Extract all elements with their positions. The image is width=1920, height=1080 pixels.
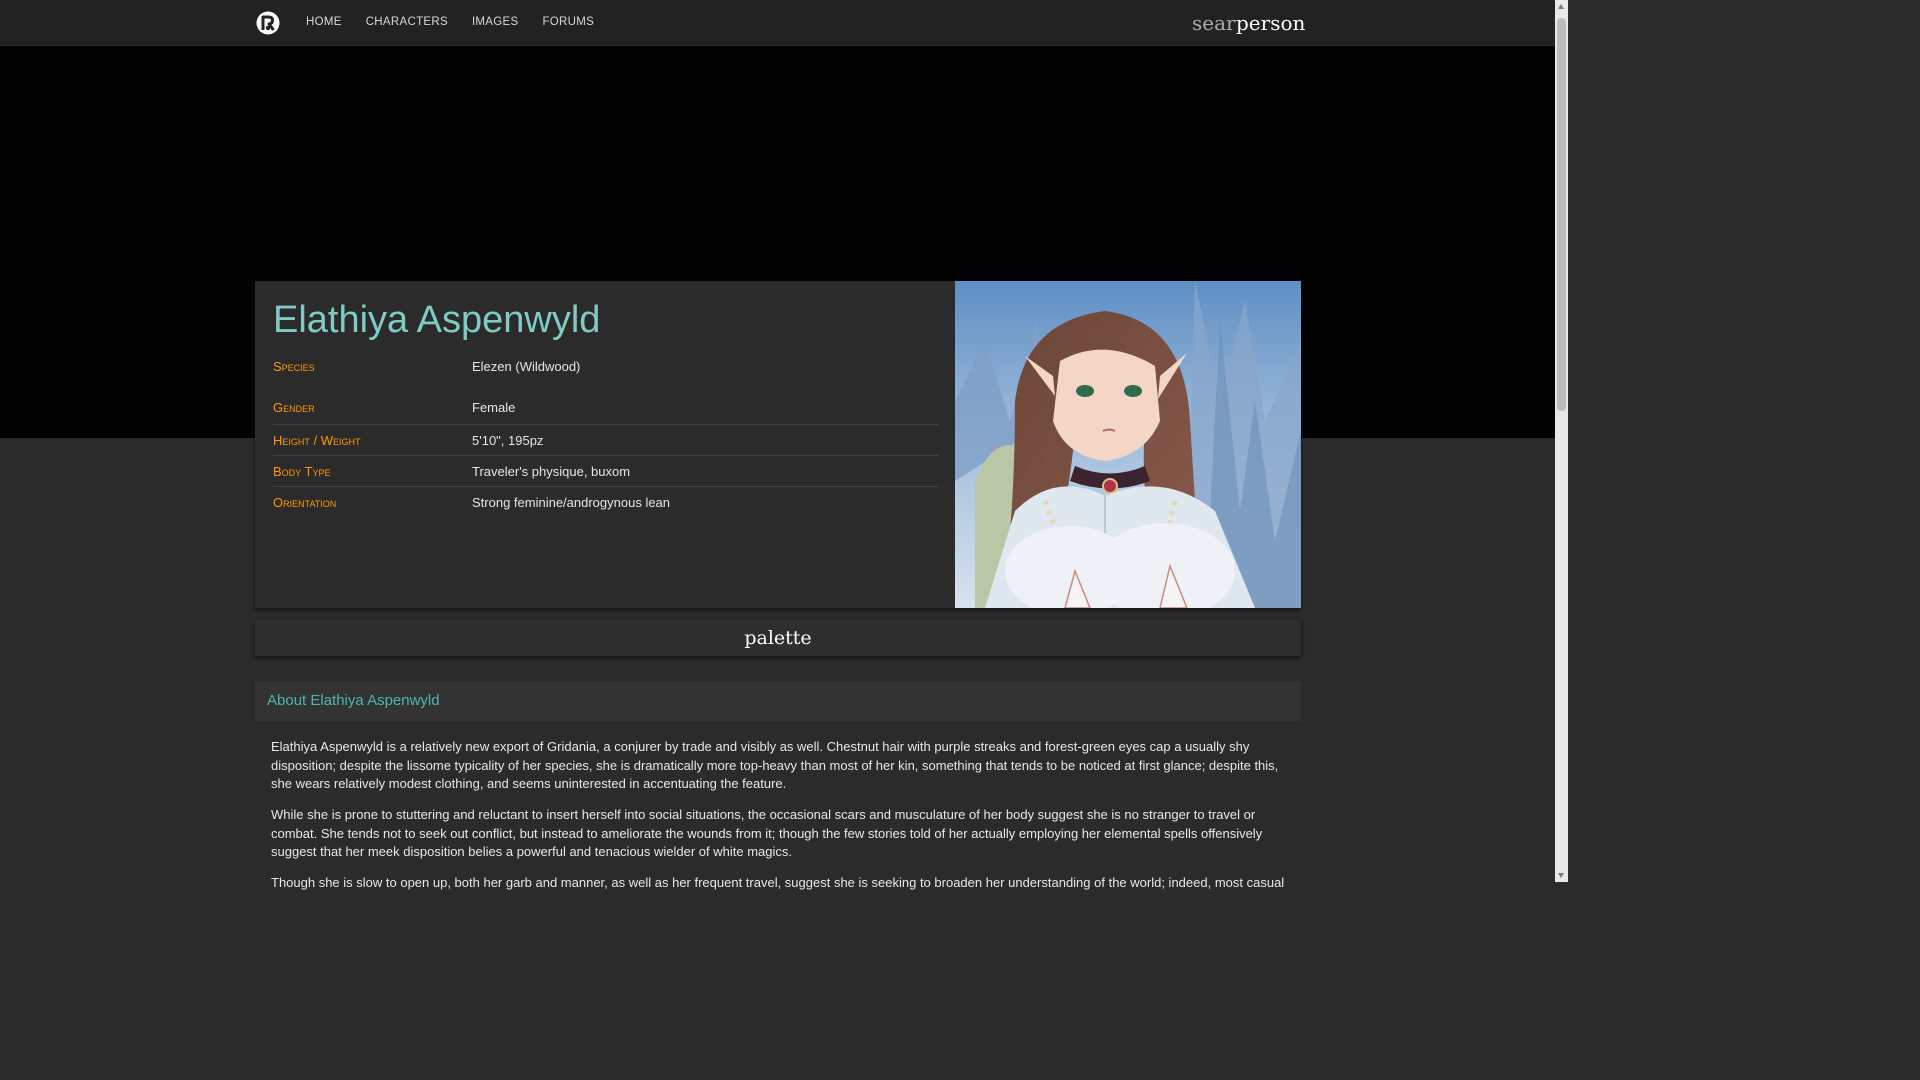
info-row-body-type: Body Type Traveler's physique, buxom [273,456,938,487]
about-paragraph: While she is prone to stuttering and rel… [271,807,1263,859]
character-info-table: Species Elezen (Wildwood) Gender Female … [273,351,938,517]
nav-forums-link[interactable]: FORUMS [530,0,606,45]
character-portrait[interactable] [955,281,1301,608]
info-label: Species [273,358,315,374]
nav-home-link[interactable]: HOME [294,0,354,45]
info-row-height-weight: Height / Weight 5'10", 195pz [273,425,938,456]
site-logo-icon[interactable] [255,10,281,36]
about-paragraph: Elathiya Aspenwyld is a relatively new e… [271,739,1279,791]
about-title: About Elathiya Aspenwyld [255,681,1301,721]
search-icon[interactable]: search [1192,10,1236,36]
nav-images-link[interactable]: IMAGES [460,0,531,45]
page-scrollbar[interactable] [1555,0,1568,882]
info-row-orientation: Orientation Strong feminine/androgynous … [273,487,938,517]
character-name: Elathiya Aspenwyld [273,299,601,341]
about-body: Elathiya Aspenwyld is a relatively new e… [255,721,1301,893]
info-value: Elezen (Wildwood) [472,358,581,374]
main-nav: HOME CHARACTERS IMAGES FORUMS [294,0,606,45]
info-value: Strong feminine/androgynous lean [472,494,671,510]
info-row-gender: Gender Female [273,381,938,425]
info-label: Gender [273,400,315,415]
about-paragraph: Though she is slow to open up, both her … [271,875,1285,890]
scrollbar-thumb[interactable] [1557,18,1566,411]
info-label: Body Type [273,463,331,479]
palette-toolbar: palette [255,620,1301,656]
palette-icon[interactable]: palette [744,627,811,649]
info-row-species: Species Elezen (Wildwood) [273,351,938,381]
person-icon[interactable]: person [1236,10,1305,36]
info-value: Traveler's physique, buxom [472,463,631,479]
top-navbar: HOME CHARACTERS IMAGES FORUMS searchpers… [0,0,1555,46]
scroll-down-arrow-icon[interactable] [1558,873,1564,878]
scroll-up-arrow-icon[interactable] [1558,4,1564,9]
about-section: About Elathiya Aspenwyld Elathiya Aspenw… [255,681,1301,891]
info-value: 5'10", 195pz [472,432,544,448]
nav-right-icons: searchperson [1192,10,1305,36]
character-card: Elathiya Aspenwyld Species Elezen (Wildw… [255,281,1301,608]
nav-characters-link[interactable]: CHARACTERS [354,0,460,45]
info-label: Height / Weight [273,432,361,448]
info-label: Orientation [273,494,337,510]
info-value: Female [472,400,516,415]
